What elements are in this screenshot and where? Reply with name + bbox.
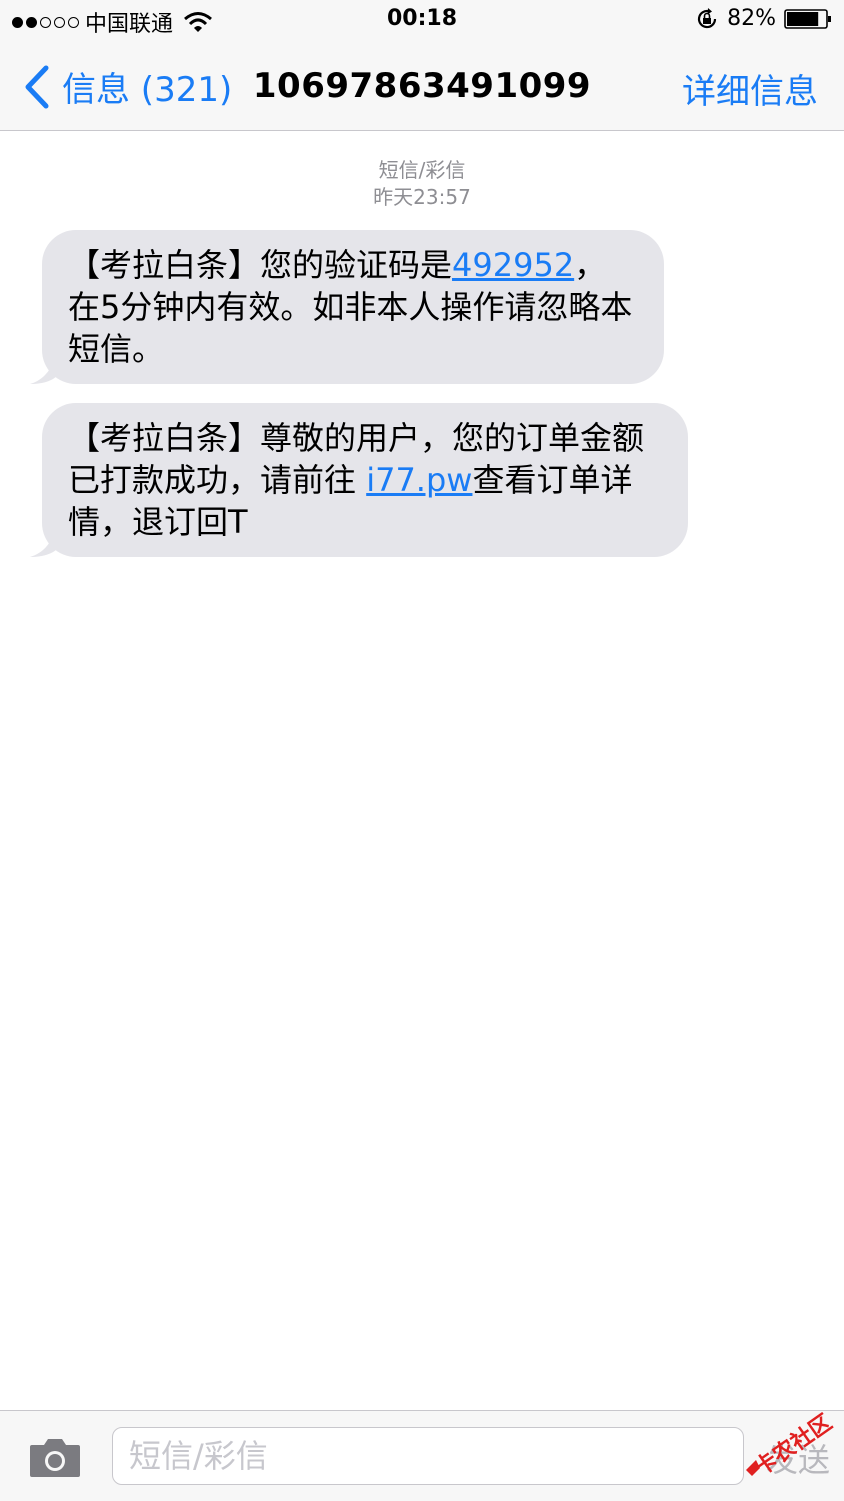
message-timestamp: 昨天23:57 bbox=[373, 185, 471, 209]
message-bubble[interactable]: 【考拉白条】尊敬的用户，您的订单金额已打款成功，请前往 i77.pw查看订单详情… bbox=[42, 403, 688, 557]
input-bar: 发送 bbox=[0, 1410, 844, 1501]
verification-code-link[interactable]: 492952 bbox=[452, 246, 574, 284]
camera-icon[interactable] bbox=[28, 1435, 82, 1479]
watermark-logo: 卡农社区 bbox=[746, 1409, 837, 1481]
message-text: 【考拉白条】您的验证码是 bbox=[68, 246, 453, 284]
message-type-label: 短信/彩信 bbox=[378, 158, 466, 182]
rotation-lock-icon bbox=[698, 7, 717, 28]
message-input[interactable] bbox=[112, 1427, 744, 1485]
battery-icon bbox=[784, 8, 831, 29]
details-button[interactable]: 详细信息 bbox=[682, 64, 818, 113]
thread-header: 短信/彩信 昨天23:57 bbox=[0, 157, 844, 211]
watermark-text: 卡农社区 bbox=[750, 1409, 837, 1481]
status-bar: 中国联通 00:18 82% bbox=[0, 0, 844, 42]
battery-percent: 82% bbox=[727, 6, 776, 31]
status-right: 82% bbox=[695, 6, 832, 31]
navigation-bar: 信息 (321) 10697863491099 详细信息 bbox=[0, 42, 844, 131]
url-link[interactable]: i77.pw bbox=[366, 461, 472, 499]
message-bubble[interactable]: 【考拉白条】您的验证码是492952，在5分钟内有效。如非本人操作请忽略本短信。 bbox=[42, 230, 664, 384]
